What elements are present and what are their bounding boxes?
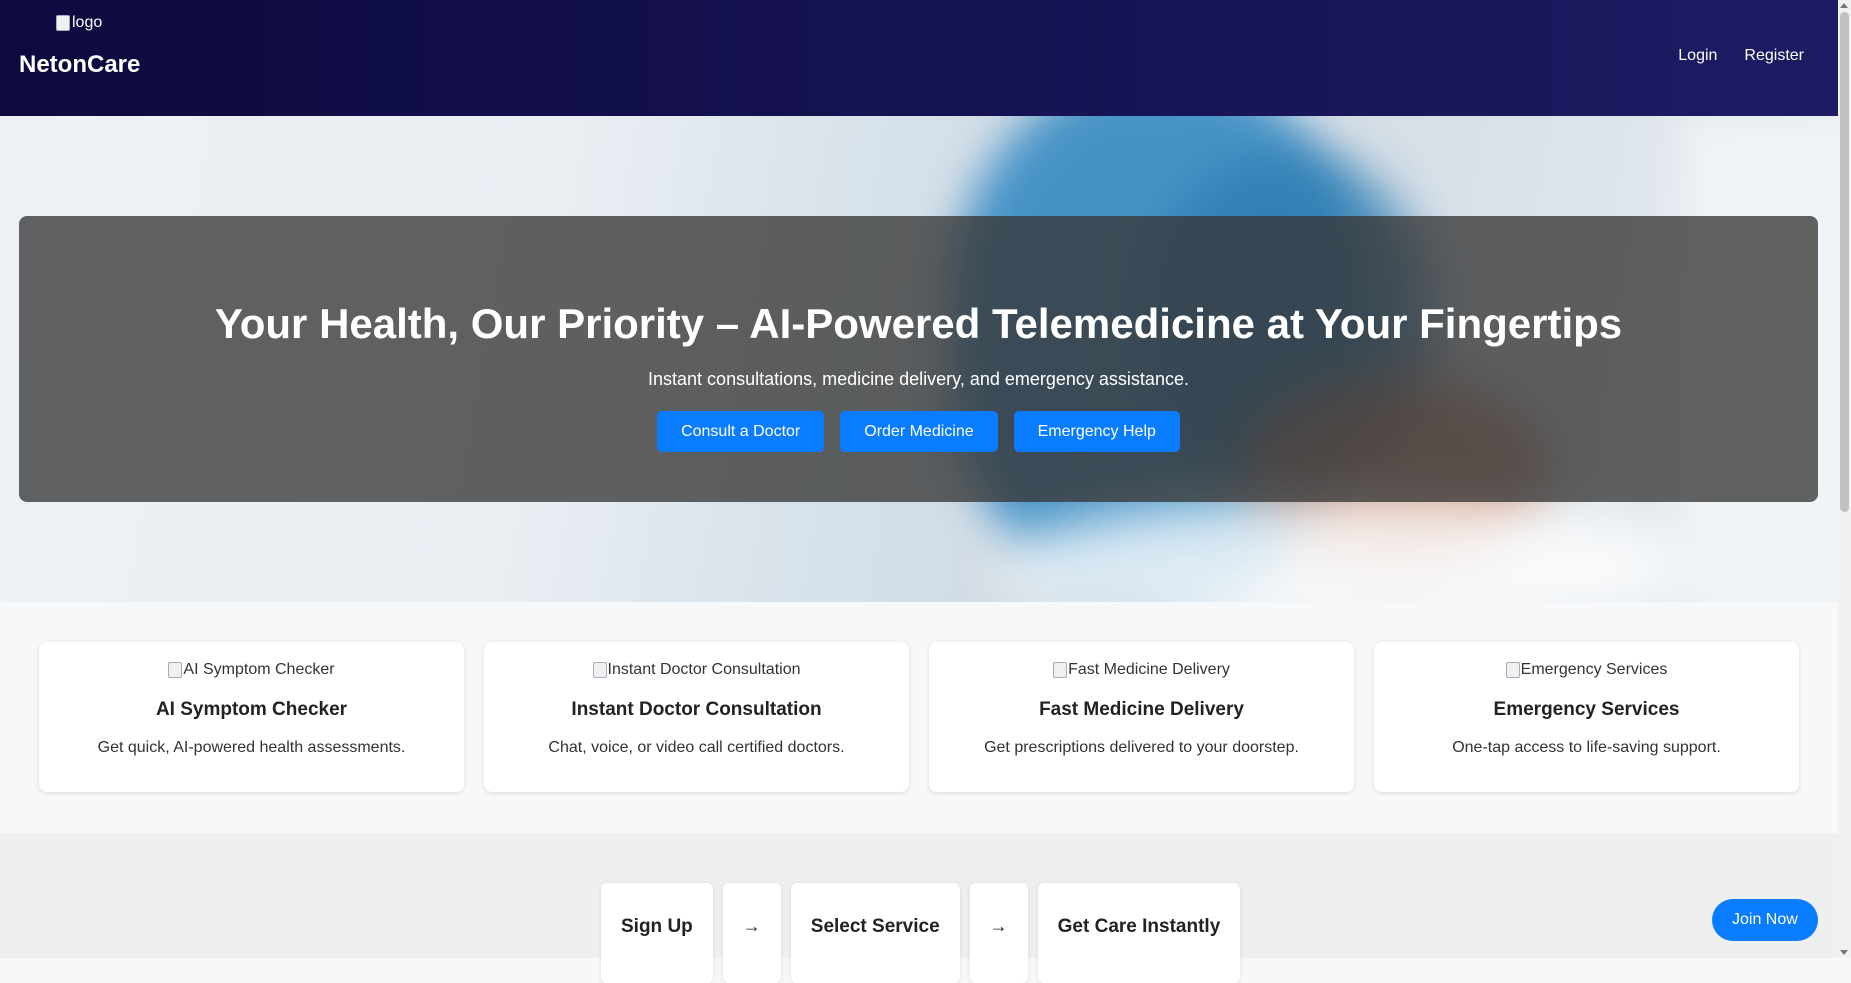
feature-image-alt: Emergency Services xyxy=(1520,661,1668,678)
step-get-care: Get Care Instantly xyxy=(1037,883,1241,983)
feature-title: Instant Doctor Consultation xyxy=(571,699,822,720)
hero-subtitle: Instant consultations, medicine delivery… xyxy=(648,369,1189,389)
feature-description: Get quick, AI-powered health assessments… xyxy=(97,739,406,756)
top-nav: Login Register xyxy=(1678,47,1804,65)
feature-image-alt: Instant Doctor Consultation xyxy=(607,661,801,678)
logo-image[interactable]: logo xyxy=(56,14,102,32)
page-scrollbar[interactable] xyxy=(1838,0,1851,958)
feature-description: Get prescriptions delivered to your door… xyxy=(984,739,1299,756)
broken-image-icon xyxy=(1505,662,1520,678)
order-medicine-button[interactable]: Order Medicine xyxy=(840,411,998,452)
brand-name[interactable]: NetonCare xyxy=(19,51,140,79)
feature-image-alt: AI Symptom Checker xyxy=(183,661,335,678)
feature-image: Fast Medicine Delivery xyxy=(1053,660,1230,680)
feature-image: Emergency Services xyxy=(1505,660,1668,680)
register-link[interactable]: Register xyxy=(1744,47,1804,65)
arrow-right-icon: → xyxy=(722,883,781,983)
how-it-works-section: Sign Up → Select Service → Get Care Inst… xyxy=(0,833,1838,983)
consult-doctor-button[interactable]: Consult a Doctor xyxy=(657,411,825,452)
feature-card: AI Symptom Checker AI Symptom Checker Ge… xyxy=(39,642,464,792)
feature-card: Emergency Services Emergency Services On… xyxy=(1374,642,1799,792)
steps-row: Sign Up → Select Service → Get Care Inst… xyxy=(601,883,1241,983)
feature-image: Instant Doctor Consultation xyxy=(592,660,801,680)
scrollbar-thumb[interactable] xyxy=(1840,12,1849,512)
feature-image-alt: Fast Medicine Delivery xyxy=(1068,661,1230,678)
emergency-help-button[interactable]: Emergency Help xyxy=(1013,411,1180,452)
broken-image-icon xyxy=(168,662,183,678)
feature-image: AI Symptom Checker xyxy=(168,660,335,680)
feature-title: Emergency Services xyxy=(1493,699,1680,720)
scroll-down-arrow-icon[interactable] xyxy=(1840,950,1848,955)
step-sign-up: Sign Up xyxy=(601,883,713,983)
feature-description: Chat, voice, or video call certified doc… xyxy=(548,739,845,756)
feature-card: Instant Doctor Consultation Instant Doct… xyxy=(484,642,909,792)
hero-actions: Consult a Doctor Order Medicine Emergenc… xyxy=(19,411,1818,452)
hero-title: Your Health, Our Priority – AI-Powered T… xyxy=(214,300,1623,347)
scroll-up-arrow-icon[interactable] xyxy=(1840,3,1848,8)
hero-section: Your Health, Our Priority – AI-Powered T… xyxy=(0,116,1838,602)
feature-card: Fast Medicine Delivery Fast Medicine Del… xyxy=(929,642,1354,792)
feature-title: Fast Medicine Delivery xyxy=(1039,699,1244,720)
features-section: AI Symptom Checker AI Symptom Checker Ge… xyxy=(0,602,1838,833)
hero-overlay-panel: Your Health, Our Priority – AI-Powered T… xyxy=(19,216,1818,502)
feature-description: One-tap access to life-saving support. xyxy=(1452,739,1721,756)
step-select-service: Select Service xyxy=(790,883,960,983)
broken-image-icon xyxy=(56,15,70,31)
feature-title: AI Symptom Checker xyxy=(155,699,348,720)
feature-cards: AI Symptom Checker AI Symptom Checker Ge… xyxy=(39,642,1799,792)
login-link[interactable]: Login xyxy=(1678,47,1717,65)
logo-alt-text: logo xyxy=(72,14,103,31)
broken-image-icon xyxy=(592,662,607,678)
site-header: logo NetonCare Login Register xyxy=(0,0,1838,116)
arrow-right-icon: → xyxy=(969,883,1028,983)
broken-image-icon xyxy=(1053,662,1068,678)
join-now-button[interactable]: Join Now xyxy=(1712,899,1818,941)
